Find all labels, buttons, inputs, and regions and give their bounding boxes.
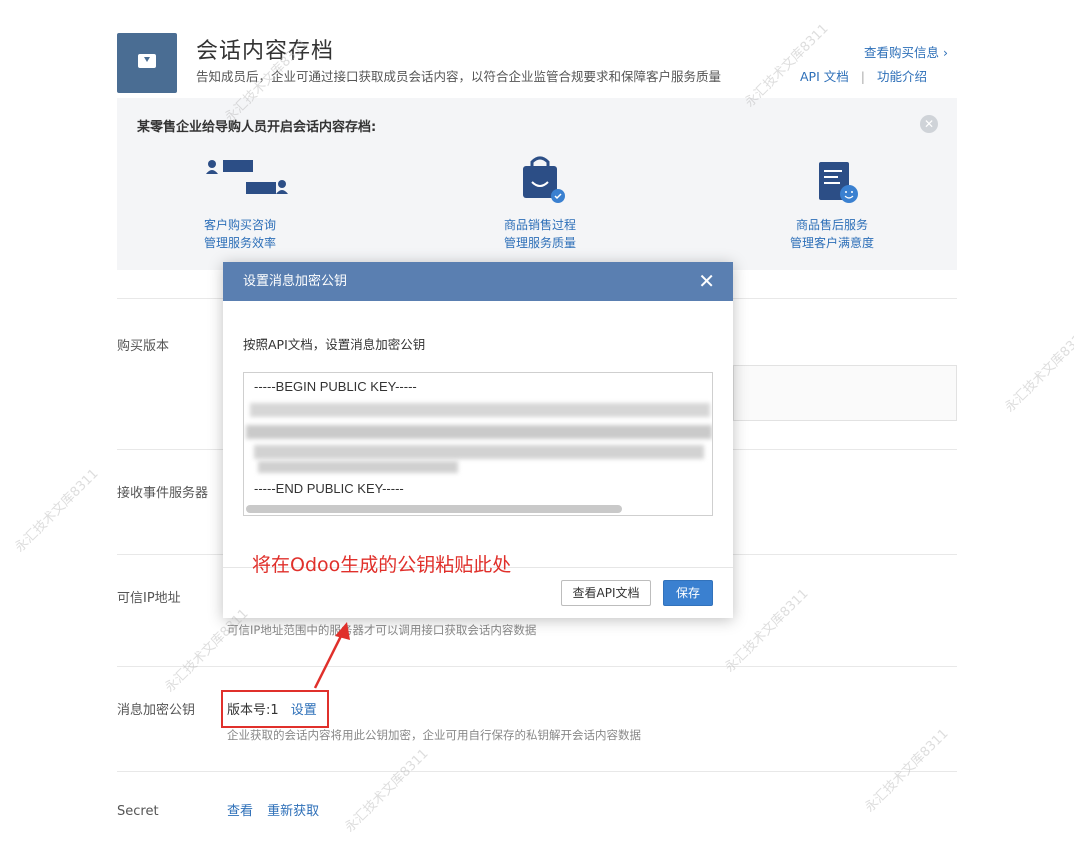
trusted-ip-hint: 可信IP地址范围中的服务器才可以调用接口获取会话内容数据 xyxy=(227,623,537,637)
divider xyxy=(117,666,957,667)
feature-label: 客户购买咨询 管理服务效率 xyxy=(203,218,276,250)
secret-label: Secret xyxy=(117,804,159,819)
example-title: 某零售企业给导购人员开启会话内容存档: xyxy=(137,120,377,135)
encrypt-key-hint: 企业获取的会话内容将用此公钥加密，企业可用自行保存的私钥解开会话内容数据 xyxy=(227,728,641,742)
key-begin-line: -----BEGIN PUBLIC KEY----- xyxy=(254,379,417,394)
key-end-line: -----END PUBLIC KEY----- xyxy=(254,481,404,496)
feature-label: 商品售后服务 管理客户满意度 xyxy=(789,218,874,250)
purchase-version-box xyxy=(733,365,957,421)
modal-title: 设置消息加密公钥 xyxy=(243,274,348,289)
feature-sales-process: 商品销售过程 管理服务质量 xyxy=(460,156,620,252)
blurred-key-content xyxy=(258,461,458,473)
link-separator: | xyxy=(860,69,865,84)
horizontal-scrollbar[interactable] xyxy=(246,505,622,513)
highlight-box xyxy=(221,690,329,728)
secret-refresh-link[interactable]: 重新获取 xyxy=(267,804,319,819)
blurred-key-content xyxy=(246,425,712,439)
api-doc-link[interactable]: API 文档 xyxy=(800,69,849,84)
feature-label: 商品销售过程 管理服务质量 xyxy=(503,218,576,250)
feature-after-sales: 商品售后服务 管理客户满意度 xyxy=(752,156,912,252)
save-button[interactable]: 保存 xyxy=(663,580,713,606)
app-icon xyxy=(117,33,177,93)
intro-link[interactable]: 功能介绍 xyxy=(877,69,927,84)
close-icon[interactable]: ✕ xyxy=(920,115,938,133)
watermark: 永汇技术文库8311 xyxy=(162,606,252,696)
purchase-version-label: 购买版本 xyxy=(117,339,170,354)
page-title: 会话内容存档 xyxy=(196,39,335,64)
watermark: 永汇技术文库8311 xyxy=(1002,326,1074,416)
watermark: 永汇技术文库8311 xyxy=(722,586,812,676)
divider xyxy=(117,771,957,772)
watermark: 永汇技术文库8311 xyxy=(862,726,952,816)
annotation-text: 将在Odoo生成的公钥粘贴此处 xyxy=(252,554,512,576)
modal-header: 设置消息加密公钥 ✕ xyxy=(223,262,733,301)
document-smile-icon xyxy=(782,156,882,206)
blurred-key-content xyxy=(254,445,704,459)
chat-users-icon xyxy=(190,156,290,206)
secret-actions: 查看 重新获取 xyxy=(227,800,319,819)
modal-instruction: 按照API文档，设置消息加密公钥 xyxy=(243,337,426,352)
close-icon[interactable]: ✕ xyxy=(698,262,715,301)
example-panel: 某零售企业给导购人员开启会话内容存档: ✕ 客户购买咨询 管理服务效率 商品销售… xyxy=(117,98,957,270)
secret-view-link[interactable]: 查看 xyxy=(227,804,253,819)
blurred-key-content xyxy=(250,403,710,417)
header-links: API 文档 | 功能介绍 xyxy=(800,66,927,85)
watermark: 永汇技术文库8311 xyxy=(742,21,832,111)
trusted-ip-label: 可信IP地址 xyxy=(117,591,181,606)
encrypt-key-label: 消息加密公钥 xyxy=(117,703,196,718)
public-key-textarea[interactable]: -----BEGIN PUBLIC KEY----- -----END PUBL… xyxy=(243,372,713,516)
feature-customer-inquiry: 客户购买咨询 管理服务效率 xyxy=(160,156,320,252)
shopping-bag-icon xyxy=(490,156,590,206)
watermark: 永汇技术文库8311 xyxy=(12,466,102,556)
event-server-label: 接收事件服务器 xyxy=(117,486,209,501)
view-purchase-link[interactable]: 查看购买信息 › xyxy=(864,42,948,61)
watermark: 永汇技术文库8311 xyxy=(342,746,432,836)
view-api-docs-button[interactable]: 查看API文档 xyxy=(561,580,651,606)
